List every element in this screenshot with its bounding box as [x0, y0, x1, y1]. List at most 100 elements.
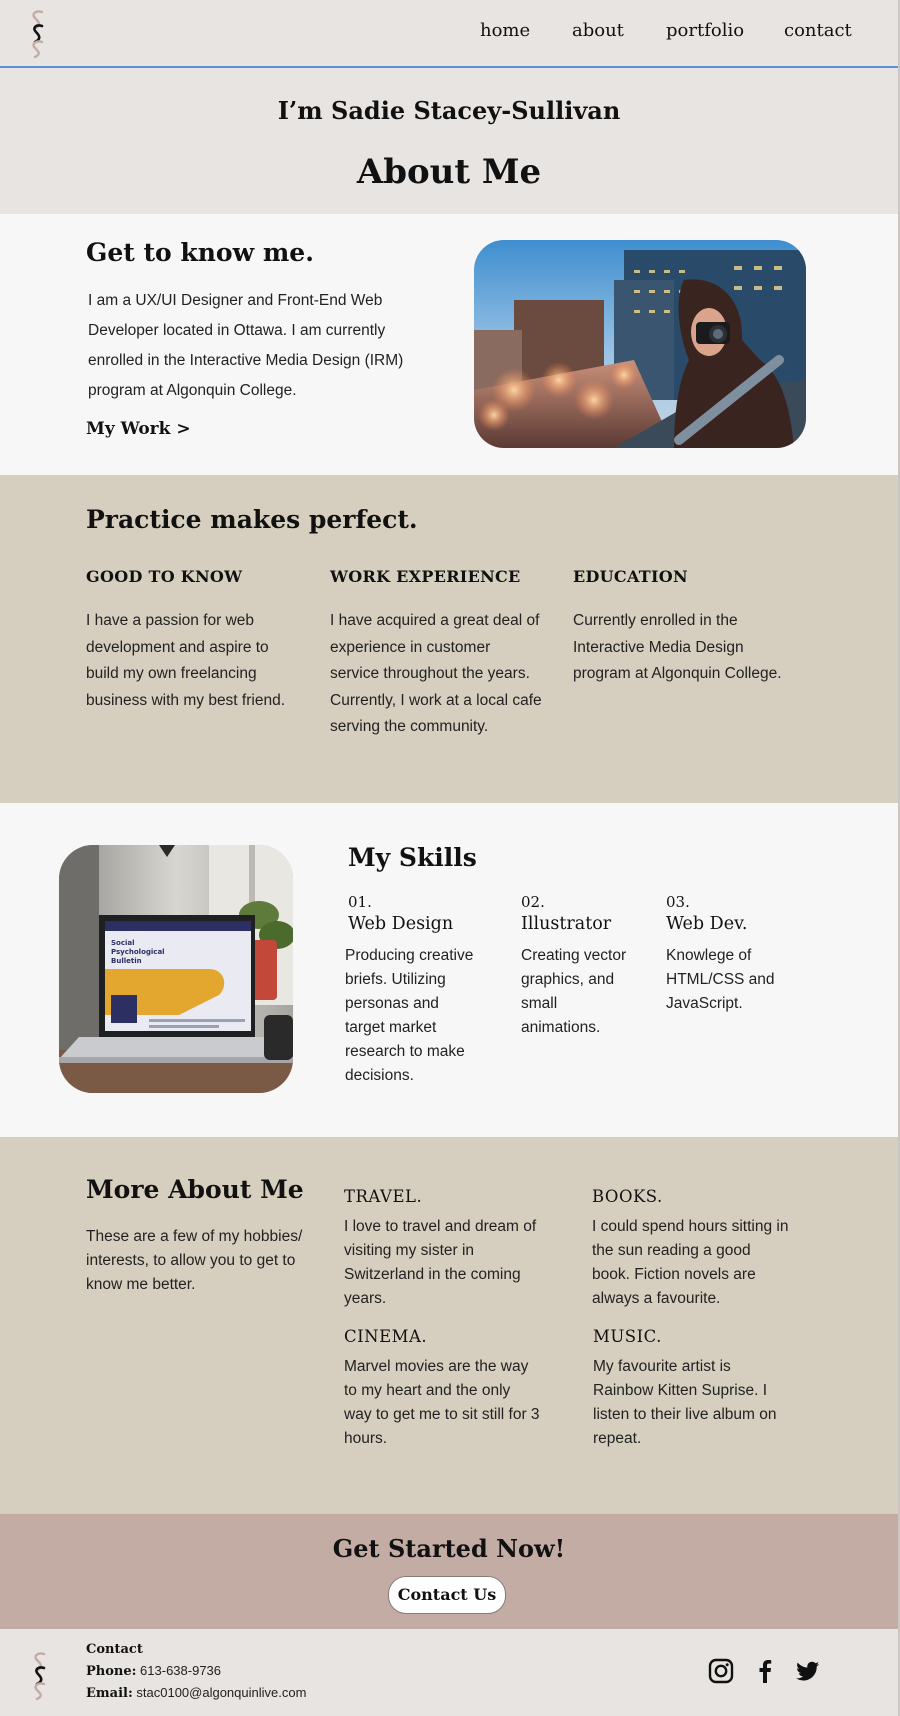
nav-about-link[interactable]: about: [572, 20, 624, 41]
hobby-cinema: CINEMA. Marvel movies are the way to my …: [344, 1327, 554, 1451]
my-work-link[interactable]: My Work >: [86, 419, 191, 439]
column-line: service throughout the years.: [330, 665, 530, 682]
hobby-line: I love to travel and dream of: [344, 1218, 537, 1235]
column-text: I have a passion for web development and…: [86, 608, 326, 714]
hobby-heading: BOOKS.: [592, 1187, 663, 1206]
nav-contact-link[interactable]: contact: [784, 20, 852, 41]
hobby-line: I could spend hours sitting in: [592, 1218, 789, 1235]
footer-phone: Phone: 613-638-9736: [86, 1663, 221, 1679]
email-label: Email:: [86, 1686, 133, 1701]
intro-heading: Get to know me.: [86, 238, 314, 267]
practice-section: Practice makes perfect. GOOD TO KNOW I h…: [0, 475, 898, 803]
facebook-icon[interactable]: [752, 1658, 778, 1684]
column-heading: WORK EXPERIENCE: [330, 567, 521, 586]
hobby-text: Marvel movies are the way to my heart an…: [344, 1355, 554, 1451]
twitter-icon[interactable]: [795, 1658, 821, 1684]
column-text: Currently enrolled in the Interactive Me…: [573, 608, 813, 688]
column-line: Currently enrolled in the: [573, 612, 738, 629]
skill-line: personas and: [345, 995, 439, 1012]
column-line: experience in customer: [330, 638, 491, 656]
skill-line: briefs. Utilizing: [345, 971, 446, 988]
skill-illustrator: 02. Illustrator Creating vector graphics…: [521, 893, 651, 1040]
s-monogram-logo[interactable]: [28, 9, 48, 59]
cta-section: Get Started Now! Contact Us: [0, 1514, 898, 1629]
intro-line: enrolled in the Interactive Media Design…: [88, 352, 404, 369]
column-line: serving the community.: [330, 718, 489, 735]
skill-name: Web Dev.: [666, 914, 748, 934]
intro-line: know me better.: [86, 1276, 196, 1293]
skill-line: Producing creative: [345, 947, 474, 964]
education-column: EDUCATION Currently enrolled in the Inte…: [573, 567, 813, 688]
footer: Contact Phone: 613-638-9736 Email: stac0…: [0, 1629, 898, 1716]
skill-line: graphics, and: [521, 971, 615, 988]
skill-number: 01.: [348, 893, 372, 911]
intro-line: program at Algonquin College.: [88, 382, 297, 399]
skill-web-design: 01. Web Design Producing creative briefs…: [345, 893, 498, 1088]
skill-number: 03.: [666, 893, 690, 911]
s-monogram-logo[interactable]: [30, 1651, 50, 1701]
hobby-books: BOOKS. I could spend hours sitting in th…: [592, 1187, 812, 1311]
column-line: Interactive Media Design: [573, 638, 744, 656]
skills-section: Social Psychological Bulletin My Skills …: [0, 803, 898, 1137]
svg-text:Psychological: Psychological: [111, 948, 165, 956]
contact-us-button[interactable]: Contact Us: [388, 1576, 506, 1614]
hero-section: I’m Sadie Stacey-Sullivan About Me: [0, 68, 898, 214]
hobby-line: to my heart and the only: [344, 1382, 511, 1399]
more-about-section: More About Me These are a few of my hobb…: [0, 1137, 898, 1514]
skill-number: 02.: [521, 893, 545, 911]
skill-line: decisions.: [345, 1067, 414, 1084]
column-line: business with my best friend.: [86, 691, 286, 709]
skill-name: Web Design: [348, 914, 454, 934]
skill-web-dev: 03. Web Dev. Knowlege of HTML/CSS and Ja…: [666, 893, 796, 1016]
hobby-line: hours.: [344, 1430, 388, 1447]
intro-section: Get to know me. I am a UX/UI Designer an…: [0, 214, 898, 475]
practice-heading: Practice makes perfect.: [86, 505, 418, 534]
hobby-line: listen to their live album on: [593, 1406, 777, 1423]
hobby-heading: MUSIC.: [593, 1327, 662, 1346]
nav-home-link[interactable]: home: [480, 20, 530, 41]
column-text: I have acquired a great deal of experien…: [330, 608, 570, 741]
skill-line: target market: [345, 1019, 437, 1036]
svg-text:Social: Social: [111, 939, 135, 947]
more-about-heading: More About Me: [86, 1175, 304, 1204]
skill-line: small: [521, 995, 558, 1012]
skill-description: Knowlege of HTML/CSS and JavaScript.: [666, 944, 796, 1016]
contact-heading: Contact: [86, 1642, 143, 1657]
hobby-line: Switzerland in the coming: [344, 1266, 521, 1283]
hobby-line: always a favourite.: [592, 1290, 721, 1307]
skill-description: Creating vector graphics, and small anim…: [521, 944, 651, 1040]
skill-line: HTML/CSS and: [666, 971, 775, 988]
hobby-line: way to get me to sit still for 3: [344, 1406, 540, 1423]
svg-text:Bulletin: Bulletin: [111, 957, 142, 965]
nav-portfolio-link[interactable]: portfolio: [666, 20, 744, 41]
intro-line: Developer located in Ottawa. I am curren…: [88, 322, 386, 339]
footer-email: Email: stac0100@algonquinlive.com: [86, 1685, 306, 1701]
good-to-know-column: GOOD TO KNOW I have a passion for web de…: [86, 567, 326, 714]
instagram-icon[interactable]: [708, 1658, 734, 1684]
hobby-text: I could spend hours sitting in the sun r…: [592, 1215, 812, 1311]
hobby-line: visiting my sister in: [344, 1242, 475, 1259]
hobby-line: Marvel movies are the way: [344, 1358, 529, 1375]
hobby-line: the sun reading a good: [592, 1242, 751, 1259]
page-title: About Me: [356, 152, 542, 192]
column-line: I have a passion for web: [86, 612, 255, 629]
skill-line: JavaScript.: [666, 995, 743, 1012]
skill-line: animations.: [521, 1019, 601, 1036]
skill-description: Producing creative briefs. Utilizing per…: [345, 944, 498, 1088]
column-heading: EDUCATION: [573, 567, 688, 586]
phone-number: 613-638-9736: [140, 1663, 222, 1678]
more-about-intro: These are a few of my hobbies/ interests…: [86, 1225, 316, 1297]
laptop-photo: Social Psychological Bulletin: [59, 845, 293, 1093]
column-line: I have acquired a great deal of: [330, 612, 540, 629]
hobby-heading: CINEMA.: [344, 1327, 428, 1346]
column-line: program at Algonquin College.: [573, 665, 782, 682]
email-address[interactable]: stac0100@algonquinlive.com: [136, 1685, 306, 1700]
column-line: Currently, I work at a local cafe: [330, 691, 542, 709]
hobby-heading: TRAVEL.: [344, 1187, 423, 1206]
intro-line: These are a few of my hobbies/: [86, 1228, 303, 1245]
footer-contact-heading: Contact: [86, 1641, 143, 1657]
hobby-line: Rainbow Kitten Suprise. I: [593, 1382, 768, 1399]
skill-line: Creating vector: [521, 947, 627, 964]
skills-heading: My Skills: [348, 843, 477, 872]
hobby-text: I love to travel and dream of visiting m…: [344, 1215, 554, 1311]
